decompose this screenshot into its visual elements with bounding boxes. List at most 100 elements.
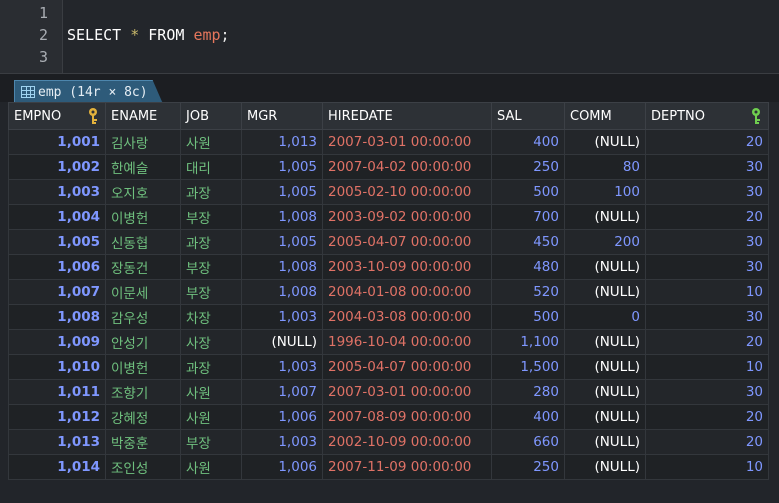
- cell-job[interactable]: 사장: [180, 329, 242, 355]
- cell-ename[interactable]: 감우성: [105, 304, 181, 330]
- cell-empno[interactable]: 1,004: [8, 204, 106, 230]
- sql-editor[interactable]: 1 2 3 SELECT * FROM emp;: [0, 0, 779, 73]
- cell-sal[interactable]: 1,100: [491, 329, 565, 355]
- cell-job[interactable]: 부장: [180, 204, 242, 230]
- cell-mgr[interactable]: 1,005: [241, 229, 323, 255]
- column-header-job[interactable]: JOB: [180, 102, 242, 130]
- cell-sal[interactable]: 480: [491, 254, 565, 280]
- cell-empno[interactable]: 1,014: [8, 454, 106, 480]
- column-header-sal[interactable]: SAL: [491, 102, 565, 130]
- table-row[interactable]: 1,011 조향기 사원 1,007 2007-03-01 00:00:00 280 (NU…: [8, 379, 769, 405]
- table-row[interactable]: 1,002 한예슬 대리 1,005 2007-04-02 00:00:00 250 80 3…: [8, 154, 769, 180]
- cell-hiredate[interactable]: 2005-04-07 00:00:00: [322, 354, 492, 380]
- cell-ename[interactable]: 신동협: [105, 229, 181, 255]
- cell-comm[interactable]: (NULL): [564, 254, 646, 280]
- sql-statement[interactable]: SELECT * FROM emp;: [67, 24, 230, 46]
- cell-job[interactable]: 과장: [180, 354, 242, 380]
- table-row[interactable]: 1,003 오지호 과장 1,005 2005-02-10 00:00:00 500 100…: [8, 179, 769, 205]
- cell-hiredate[interactable]: 2007-04-02 00:00:00: [322, 154, 492, 180]
- result-grid[interactable]: EMPNO ENAME JOB MGR HIREDATE SAL COMM DE…: [8, 102, 769, 480]
- cell-sal[interactable]: 400: [491, 404, 565, 430]
- cell-ename[interactable]: 박중훈: [105, 429, 181, 455]
- cell-deptno[interactable]: 30: [645, 379, 769, 405]
- cell-deptno[interactable]: 20: [645, 129, 769, 155]
- cell-ename[interactable]: 조인성: [105, 454, 181, 480]
- cell-ename[interactable]: 이병헌: [105, 204, 181, 230]
- cell-empno[interactable]: 1,011: [8, 379, 106, 405]
- cell-job[interactable]: 부장: [180, 279, 242, 305]
- cell-job[interactable]: 사원: [180, 404, 242, 430]
- cell-deptno[interactable]: 30: [645, 229, 769, 255]
- cell-empno[interactable]: 1,005: [8, 229, 106, 255]
- cell-sal[interactable]: 450: [491, 229, 565, 255]
- cell-ename[interactable]: 이문세: [105, 279, 181, 305]
- cell-empno[interactable]: 1,008: [8, 304, 106, 330]
- cell-empno[interactable]: 1,010: [8, 354, 106, 380]
- cell-job[interactable]: 과장: [180, 179, 242, 205]
- cell-deptno[interactable]: 30: [645, 304, 769, 330]
- cell-job[interactable]: 사원: [180, 379, 242, 405]
- cell-hiredate[interactable]: 2004-01-08 00:00:00: [322, 279, 492, 305]
- cell-mgr[interactable]: 1,005: [241, 179, 323, 205]
- table-row[interactable]: 1,005 신동협 과장 1,005 2005-04-07 00:00:00 450 200…: [8, 229, 769, 255]
- cell-job[interactable]: 과장: [180, 229, 242, 255]
- cell-comm[interactable]: (NULL): [564, 429, 646, 455]
- cell-comm[interactable]: (NULL): [564, 354, 646, 380]
- table-row[interactable]: 1,008 감우성 차장 1,003 2004-03-08 00:00:00 500 0 30: [8, 304, 769, 330]
- cell-deptno[interactable]: 30: [645, 254, 769, 280]
- cell-empno[interactable]: 1,009: [8, 329, 106, 355]
- cell-mgr[interactable]: 1,007: [241, 379, 323, 405]
- cell-deptno[interactable]: 10: [645, 279, 769, 305]
- cell-deptno[interactable]: 20: [645, 429, 769, 455]
- cell-job[interactable]: 부장: [180, 254, 242, 280]
- column-header-empno[interactable]: EMPNO: [8, 102, 106, 130]
- cell-mgr[interactable]: 1,013: [241, 129, 323, 155]
- cell-deptno[interactable]: 30: [645, 179, 769, 205]
- cell-deptno[interactable]: 20: [645, 329, 769, 355]
- cell-comm[interactable]: 0: [564, 304, 646, 330]
- cell-hiredate[interactable]: 2007-03-01 00:00:00: [322, 379, 492, 405]
- cell-empno[interactable]: 1,013: [8, 429, 106, 455]
- table-row[interactable]: 1,001 김사랑 사원 1,013 2007-03-01 00:00:00 400 (NU…: [8, 129, 769, 155]
- cell-ename[interactable]: 안성기: [105, 329, 181, 355]
- cell-job[interactable]: 대리: [180, 154, 242, 180]
- cell-ename[interactable]: 한예슬: [105, 154, 181, 180]
- cell-mgr[interactable]: 1,003: [241, 354, 323, 380]
- cell-ename[interactable]: 강혜정: [105, 404, 181, 430]
- cell-deptno[interactable]: 20: [645, 404, 769, 430]
- result-tab[interactable]: emp (14r × 8c): [14, 80, 163, 103]
- cell-sal[interactable]: 660: [491, 429, 565, 455]
- cell-ename[interactable]: 장동건: [105, 254, 181, 280]
- cell-empno[interactable]: 1,001: [8, 129, 106, 155]
- cell-ename[interactable]: 이병헌: [105, 354, 181, 380]
- cell-mgr[interactable]: 1,003: [241, 304, 323, 330]
- cell-hiredate[interactable]: 2003-09-02 00:00:00: [322, 204, 492, 230]
- cell-comm[interactable]: (NULL): [564, 129, 646, 155]
- cell-deptno[interactable]: 10: [645, 454, 769, 480]
- cell-sal[interactable]: 500: [491, 304, 565, 330]
- cell-comm[interactable]: (NULL): [564, 279, 646, 305]
- cell-comm[interactable]: (NULL): [564, 329, 646, 355]
- cell-job[interactable]: 부장: [180, 429, 242, 455]
- cell-hiredate[interactable]: 2003-10-09 00:00:00: [322, 254, 492, 280]
- cell-sal[interactable]: 250: [491, 454, 565, 480]
- cell-hiredate[interactable]: 2004-03-08 00:00:00: [322, 304, 492, 330]
- cell-empno[interactable]: 1,002: [8, 154, 106, 180]
- cell-deptno[interactable]: 30: [645, 154, 769, 180]
- cell-sal[interactable]: 520: [491, 279, 565, 305]
- table-row[interactable]: 1,012 강혜정 사원 1,006 2007-08-09 00:00:00 400 (NU…: [8, 404, 769, 430]
- cell-mgr[interactable]: 1,008: [241, 254, 323, 280]
- cell-sal[interactable]: 250: [491, 154, 565, 180]
- column-header-ename[interactable]: ENAME: [105, 102, 181, 130]
- cell-mgr[interactable]: 1,008: [241, 204, 323, 230]
- cell-mgr[interactable]: 1,008: [241, 279, 323, 305]
- cell-hiredate[interactable]: 2007-11-09 00:00:00: [322, 454, 492, 480]
- cell-mgr[interactable]: 1,006: [241, 454, 323, 480]
- cell-sal[interactable]: 1,500: [491, 354, 565, 380]
- cell-comm[interactable]: (NULL): [564, 204, 646, 230]
- cell-hiredate[interactable]: 2007-03-01 00:00:00: [322, 129, 492, 155]
- cell-sal[interactable]: 280: [491, 379, 565, 405]
- cell-mgr[interactable]: 1,006: [241, 404, 323, 430]
- cell-empno[interactable]: 1,007: [8, 279, 106, 305]
- cell-comm[interactable]: (NULL): [564, 454, 646, 480]
